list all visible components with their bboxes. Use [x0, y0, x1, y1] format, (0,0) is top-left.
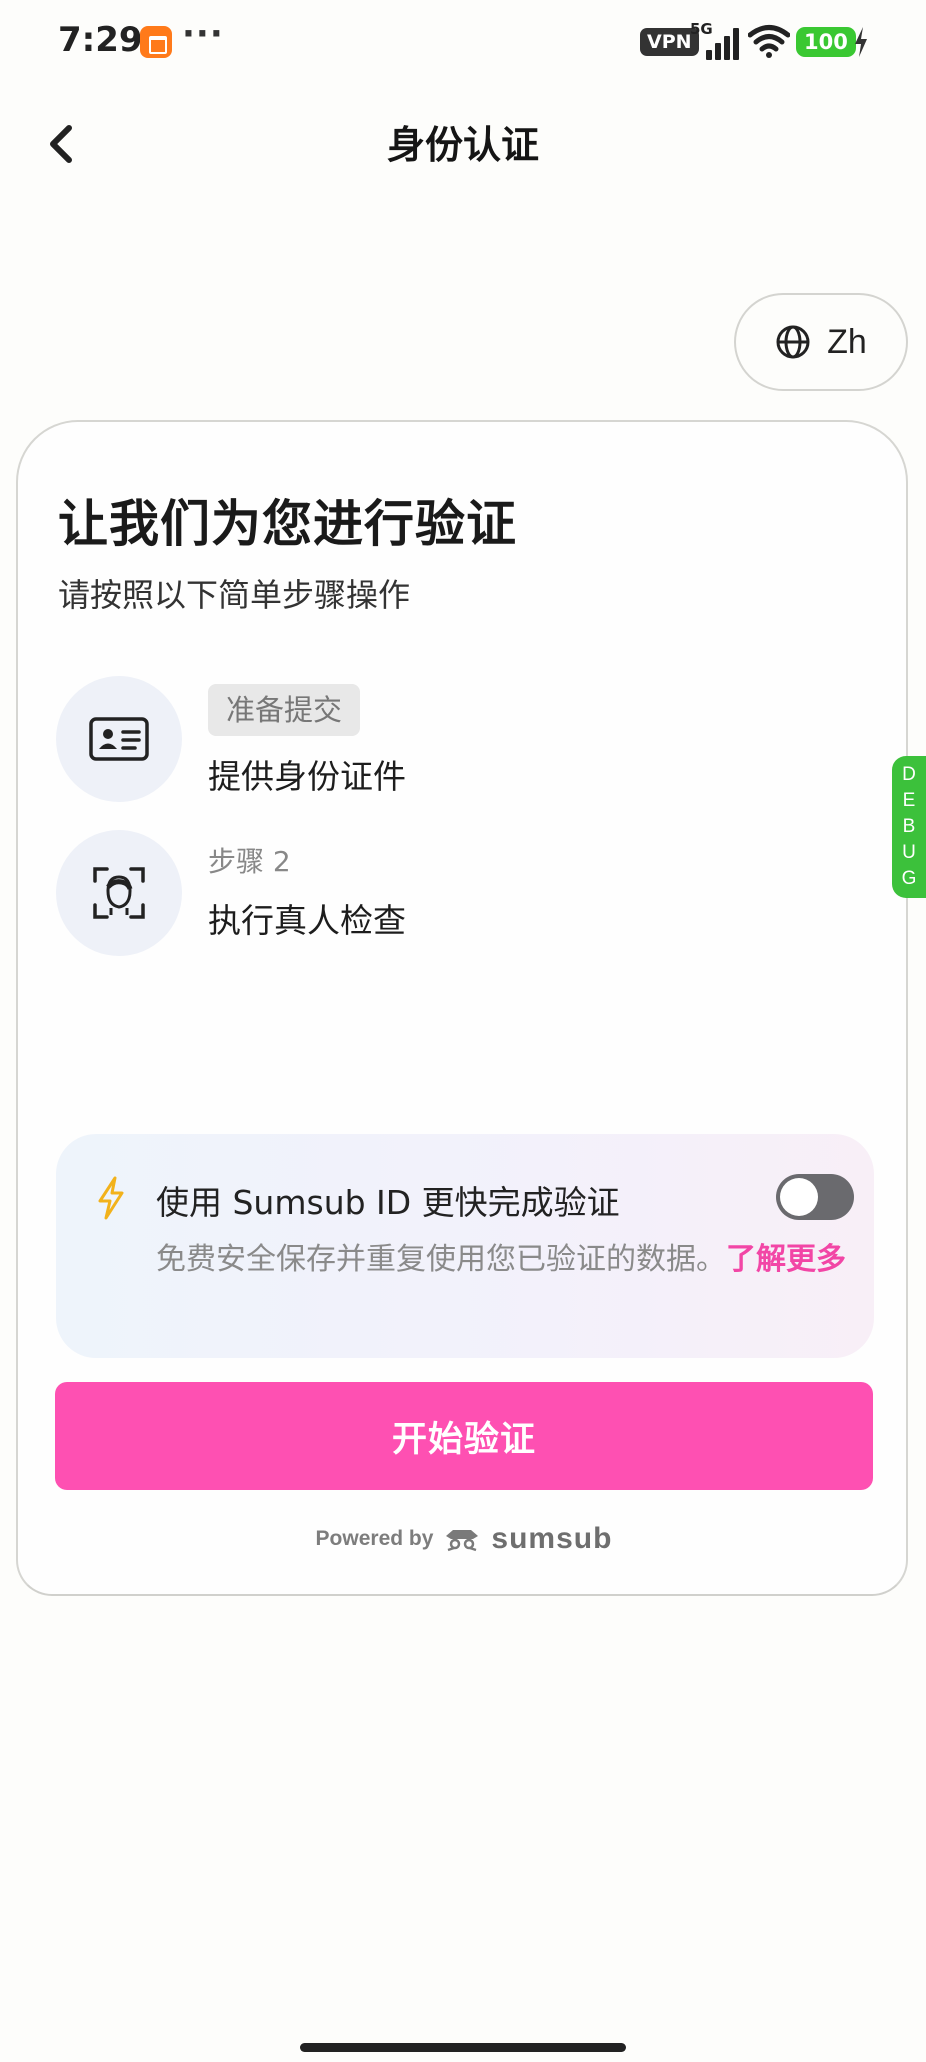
card-title: 让我们为您进行验证 [58, 495, 517, 553]
signal-bar [715, 43, 721, 60]
step-provide-id[interactable]: 准备提交 提供身份证件 [56, 676, 876, 804]
sumsub-logo-icon [446, 1530, 479, 1552]
step-liveness-check[interactable]: 步骤 2 执行真人检查 [56, 830, 876, 958]
toggle-knob [780, 1178, 818, 1216]
debug-tab[interactable]: D E B U G [892, 756, 926, 898]
verification-card: 让我们为您进行验证 请按照以下简单步骤操作 准备提交 提供身份证件 步骤 2 执… [16, 420, 908, 1596]
sumsub-id-panel: 使用 Sumsub ID 更快完成验证 免费安全保存并重复使用您已验证的数据。了… [56, 1134, 874, 1358]
signal-bar [724, 36, 730, 60]
description-text: 免费安全保存并重复使用您已验证的数据。 [156, 1242, 726, 1277]
sumsub-id-description: 免费安全保存并重复使用您已验证的数据。了解更多 [156, 1238, 846, 1282]
powered-by-text: Powered by [315, 1527, 434, 1550]
step-name: 提供身份证件 [208, 757, 406, 796]
signal-bar [706, 50, 712, 60]
status-bar: 7:29 ··· VPN 5G 100 [0, 0, 926, 84]
debug-letter: G [901, 868, 917, 889]
status-time: 7:29 [58, 20, 143, 60]
home-indicator[interactable] [300, 2043, 626, 2052]
shopping-bag-icon [140, 26, 172, 58]
language-selector-button[interactable]: Zh [734, 293, 908, 391]
battery-indicator: 100 [796, 27, 856, 57]
page-title: 身份认证 [386, 123, 539, 167]
cellular-signal-icon: 5G [690, 20, 742, 60]
more-notifications: ··· [182, 14, 224, 54]
face-scan-icon [93, 867, 145, 919]
language-label: Zh [827, 322, 867, 361]
sumsub-wordmark: sumsub [491, 1522, 613, 1555]
card-subtitle: 请按照以下简单步骤操作 [58, 576, 411, 614]
step-name: 执行真人检查 [208, 901, 406, 940]
sumsub-id-title: 使用 Sumsub ID 更快完成验证 [156, 1183, 620, 1222]
network-type: 5G [690, 20, 713, 38]
signal-bar [733, 28, 739, 60]
globe-icon [776, 325, 810, 359]
step-icon-container [56, 676, 182, 802]
learn-more-link[interactable]: 了解更多 [726, 1242, 846, 1277]
debug-letter: D [902, 764, 916, 785]
step-number-label: 步骤 2 [208, 845, 291, 878]
powered-by-footer: Powered by sumsub [18, 1522, 910, 1556]
start-verification-button[interactable]: 开始验证 [55, 1382, 873, 1490]
wifi-icon [748, 25, 790, 58]
step-status-badge: 准备提交 [208, 684, 361, 736]
sumsub-id-toggle[interactable] [776, 1174, 854, 1220]
debug-letter: U [902, 842, 916, 863]
debug-letter: B [902, 816, 916, 837]
debug-letter: E [902, 790, 916, 811]
step-icon-container [56, 830, 182, 956]
charging-icon [855, 27, 867, 57]
lightning-icon [98, 1176, 124, 1220]
id-card-icon [89, 717, 149, 761]
